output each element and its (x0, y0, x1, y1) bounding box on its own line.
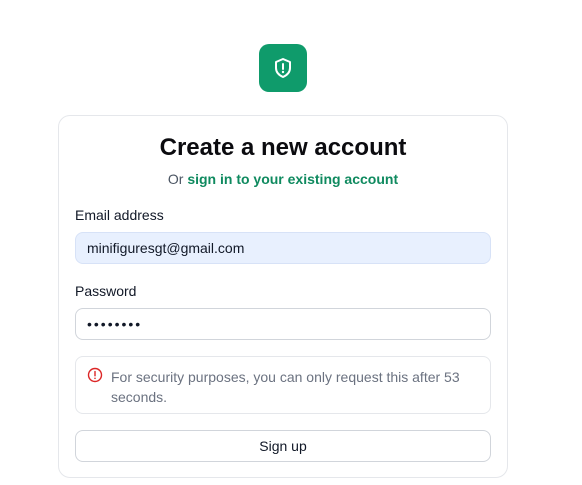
signup-page: Create a new account Or sign in to your … (0, 0, 582, 485)
signin-prompt: Or sign in to your existing account (59, 170, 507, 188)
rate-limit-alert: For security purposes, you can only requ… (75, 356, 491, 414)
page-title: Create a new account (159, 134, 407, 161)
alert-circle-icon (87, 367, 103, 383)
email-label: Email address (75, 207, 164, 223)
password-label: Password (75, 283, 137, 299)
alert-message: For security purposes, you can only requ… (111, 369, 460, 405)
password-field[interactable] (75, 308, 491, 340)
signin-link[interactable]: sign in to your existing account (187, 171, 398, 187)
signin-prompt-prefix: Or (167, 171, 184, 187)
logo (259, 44, 307, 92)
email-field[interactable] (75, 232, 491, 264)
sign-up-button[interactable]: Sign up (75, 430, 491, 462)
signup-card: Create a new account Or sign in to your … (58, 115, 508, 478)
shield-alert-icon (275, 58, 291, 78)
